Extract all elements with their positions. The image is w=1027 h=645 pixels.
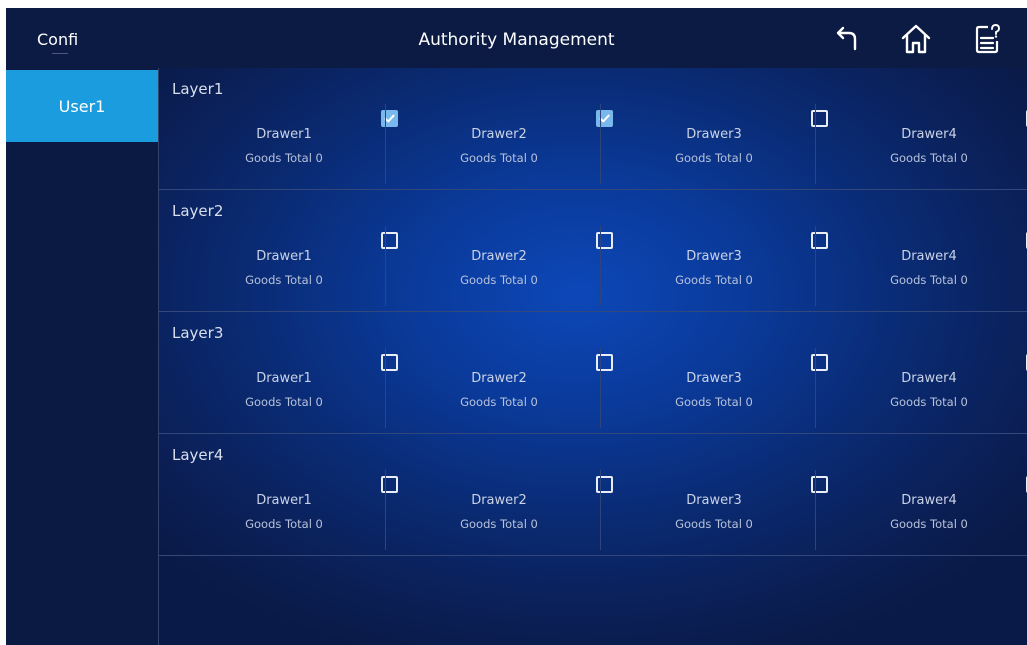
drawer-goods-total: Goods Total 0	[675, 151, 753, 165]
drawer-goods-total: Goods Total 0	[460, 273, 538, 287]
drawer-goods-total: Goods Total 0	[675, 273, 753, 287]
page-title: Authority Management	[418, 30, 615, 50]
drawer-name: Drawer3	[686, 371, 742, 386]
drawer-checkbox[interactable]	[596, 354, 613, 371]
drawer-name: Drawer2	[471, 127, 527, 142]
drawer-divider	[600, 226, 601, 306]
drawer-divider	[385, 226, 386, 306]
drawer-goods-total: Goods Total 0	[245, 273, 323, 287]
layer-title: Layer1	[172, 80, 224, 98]
drawer-goods-total: Goods Total 0	[675, 517, 753, 531]
drawer-divider	[815, 348, 816, 428]
user-sidebar: User1	[6, 68, 159, 645]
layer-title: Layer2	[172, 202, 224, 220]
drawer-checkbox[interactable]	[381, 232, 398, 249]
back-button[interactable]	[829, 22, 863, 56]
drawer-name: Drawer2	[471, 371, 527, 386]
back-arrow-icon	[836, 26, 857, 51]
drawer-goods-total: Goods Total 0	[890, 151, 968, 165]
home-button[interactable]	[899, 22, 933, 56]
drawer-cell: Drawer3 Goods Total 0	[614, 224, 830, 306]
drawer-divider	[385, 348, 386, 428]
drawer-checkbox[interactable]	[381, 476, 398, 493]
drawer-name: Drawer1	[256, 249, 312, 264]
drawer-checkbox[interactable]	[596, 232, 613, 249]
drawer-name: Drawer4	[901, 249, 957, 264]
layer-separator	[159, 555, 1027, 556]
drawer-divider	[385, 470, 386, 550]
layer-title: Layer3	[172, 324, 224, 342]
drawer-cell: Drawer1 Goods Total 0	[184, 346, 400, 428]
drawer-cell: Drawer3 Goods Total 0	[614, 346, 830, 428]
drawer-cell: Drawer4 Goods Total 0	[829, 102, 1027, 184]
layer-section: Layer4 Drawer1 Goods Total 0 Drawer2 Goods T…	[159, 434, 1027, 556]
drawer-cell: Drawer1 Goods Total 0	[184, 224, 400, 306]
layer-section: Layer2 Drawer1 Goods Total 0 Drawer2 Goods T…	[159, 190, 1027, 312]
drawer-divider	[600, 104, 601, 184]
drawer-checkbox[interactable]	[811, 232, 828, 249]
drawer-cell: Drawer1 Goods Total 0	[184, 102, 400, 184]
drawer-checkbox[interactable]	[381, 354, 398, 371]
drawer-checkbox[interactable]	[596, 476, 613, 493]
drawer-cell: Drawer4 Goods Total 0	[829, 468, 1027, 550]
drawer-cell: Drawer2 Goods Total 0	[399, 102, 615, 184]
drawer-name: Drawer4	[901, 493, 957, 508]
drawer-cell: Drawer4 Goods Total 0	[829, 224, 1027, 306]
sidebar-item-user1[interactable]: User1	[6, 70, 158, 142]
drawer-cell: Drawer2 Goods Total 0	[399, 224, 615, 306]
drawer-goods-total: Goods Total 0	[245, 151, 323, 165]
help-document-icon	[975, 24, 1000, 54]
drawer-checkbox[interactable]	[811, 354, 828, 371]
drawer-name: Drawer1	[256, 371, 312, 386]
drawer-goods-total: Goods Total 0	[675, 395, 753, 409]
app-screen: Confi Authority Management User1 Layer1 …	[6, 8, 1027, 645]
drawer-goods-total: Goods Total 0	[890, 395, 968, 409]
drawer-name: Drawer3	[686, 249, 742, 264]
drawer-goods-total: Goods Total 0	[245, 517, 323, 531]
drawer-name: Drawer2	[471, 493, 527, 508]
drawer-name: Drawer1	[256, 127, 312, 142]
drawer-name: Drawer2	[471, 249, 527, 264]
drawer-name: Drawer4	[901, 127, 957, 142]
drawer-divider	[815, 226, 816, 306]
drawer-goods-total: Goods Total 0	[890, 517, 968, 531]
drawer-cell: Drawer1 Goods Total 0	[184, 468, 400, 550]
drawer-cell: Drawer3 Goods Total 0	[614, 102, 830, 184]
drawer-goods-total: Goods Total 0	[460, 151, 538, 165]
drawer-goods-total: Goods Total 0	[245, 395, 323, 409]
drawer-divider	[600, 348, 601, 428]
layer-title: Layer4	[172, 446, 224, 464]
layer-section: Layer1 Drawer1 Goods Total 0 Drawer2 Goods T…	[159, 68, 1027, 190]
drawer-goods-total: Goods Total 0	[460, 517, 538, 531]
drawer-name: Drawer1	[256, 493, 312, 508]
app-title-underline	[52, 53, 68, 54]
drawer-checkbox[interactable]	[811, 110, 828, 127]
top-bar: Confi Authority Management	[6, 8, 1027, 68]
drawer-cell: Drawer3 Goods Total 0	[614, 468, 830, 550]
drawer-divider	[815, 104, 816, 184]
drawer-name: Drawer3	[686, 127, 742, 142]
drawer-divider	[815, 470, 816, 550]
drawer-cell: Drawer4 Goods Total 0	[829, 346, 1027, 428]
drawer-cell: Drawer2 Goods Total 0	[399, 468, 615, 550]
drawer-checkbox[interactable]	[596, 110, 613, 127]
drawer-name: Drawer4	[901, 371, 957, 386]
drawer-checkbox[interactable]	[381, 110, 398, 127]
drawer-divider	[600, 470, 601, 550]
drawer-goods-total: Goods Total 0	[890, 273, 968, 287]
drawer-checkbox[interactable]	[811, 476, 828, 493]
drawer-cell: Drawer2 Goods Total 0	[399, 346, 615, 428]
drawer-name: Drawer3	[686, 493, 742, 508]
help-button[interactable]	[970, 22, 1004, 56]
layer-section: Layer3 Drawer1 Goods Total 0 Drawer2 Goods T…	[159, 312, 1027, 434]
drawer-divider	[385, 104, 386, 184]
drawer-goods-total: Goods Total 0	[460, 395, 538, 409]
home-icon	[901, 24, 931, 54]
